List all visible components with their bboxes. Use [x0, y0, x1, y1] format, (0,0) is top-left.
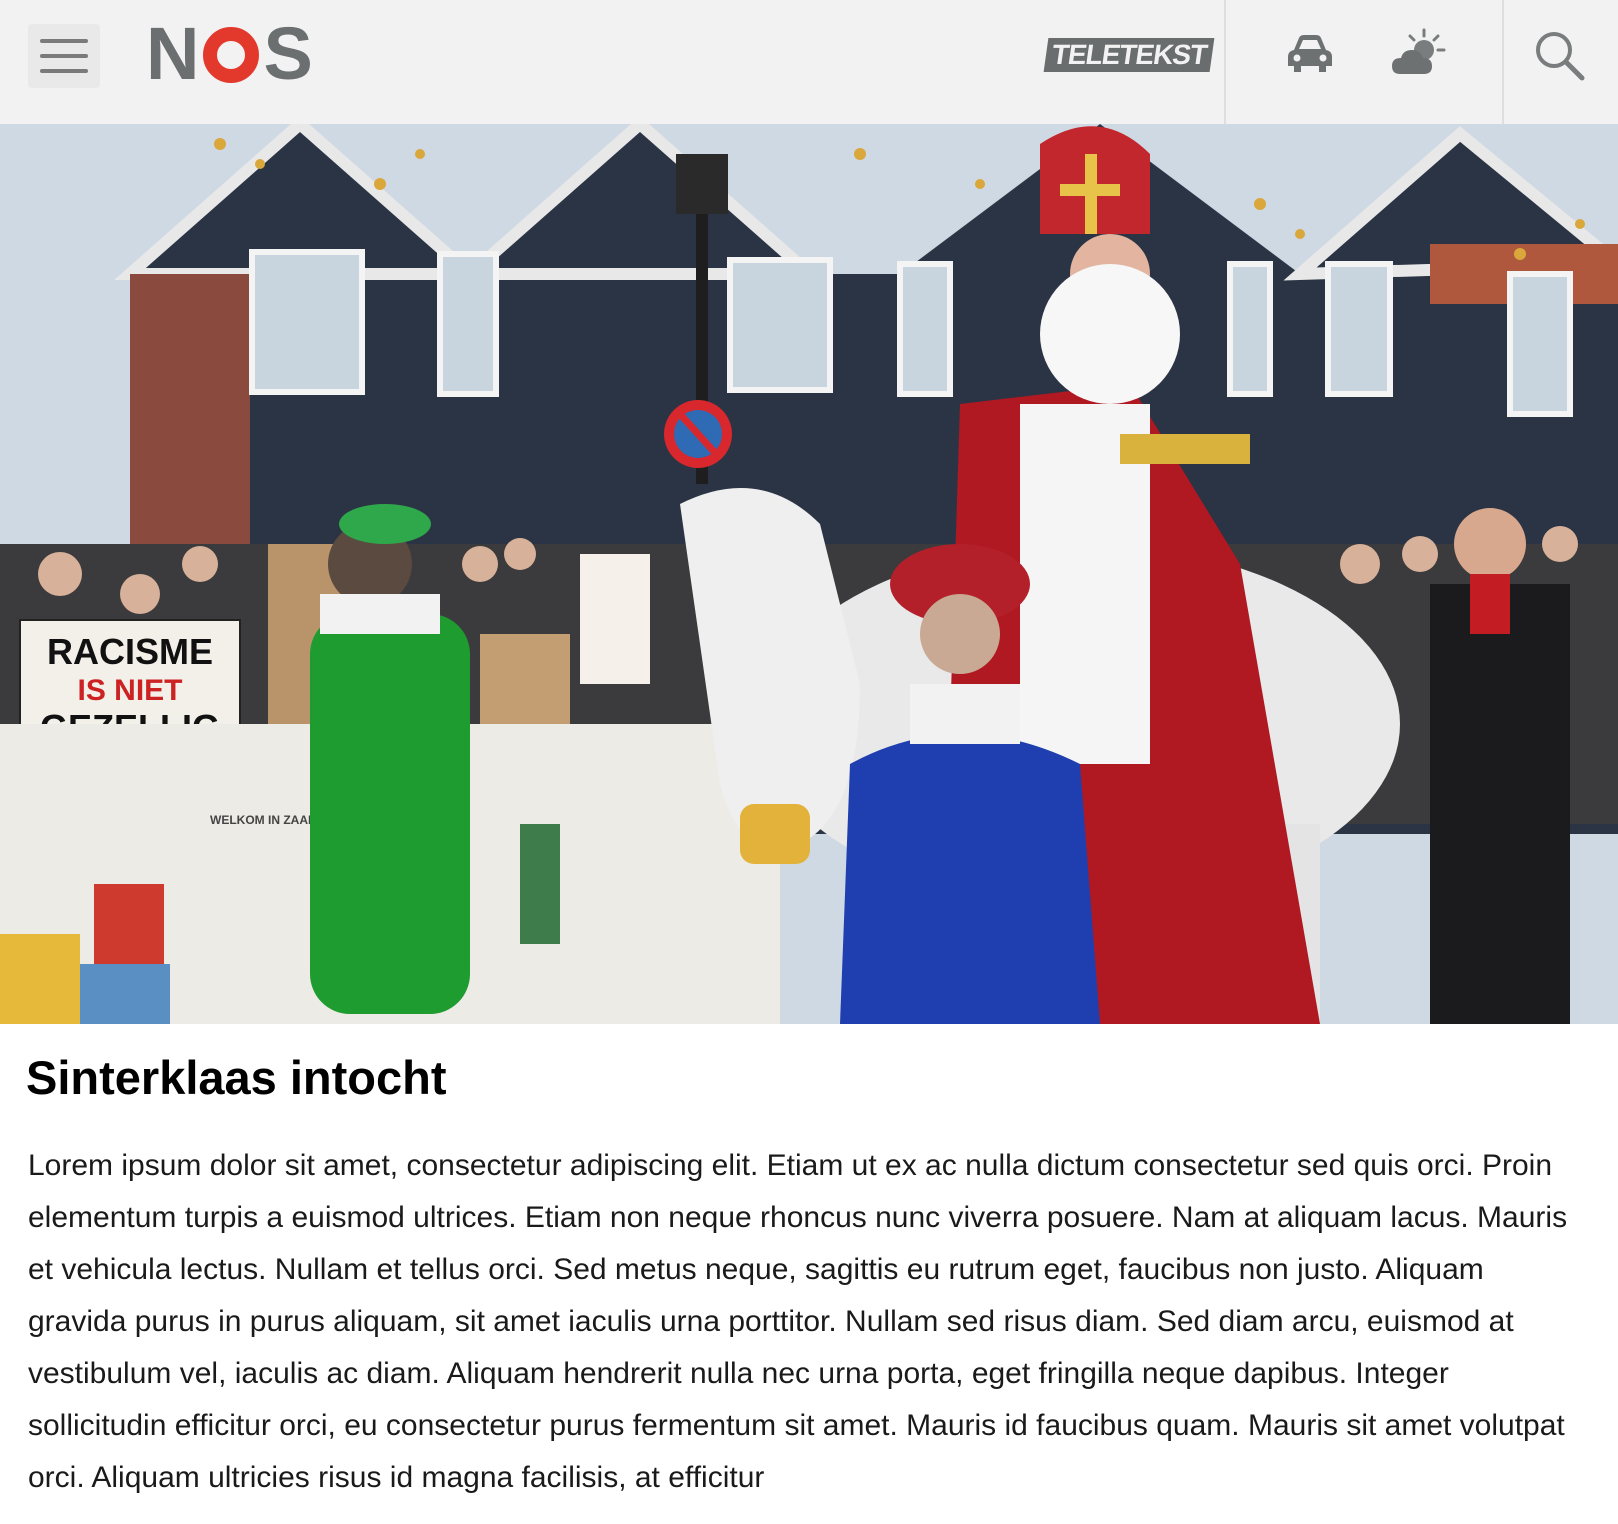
hero-image: RACISME IS NIET GEZELLIG WELKOM IN ZAANS… [0, 124, 1618, 1024]
article-body: Lorem ipsum dolor sit amet, consectetur … [28, 1149, 1568, 1494]
weather-sun-cloud-icon[interactable] [1390, 28, 1450, 80]
nos-logo-o [203, 27, 260, 83]
search-icon[interactable] [1534, 30, 1586, 82]
sign-racisme-line2: IS NIET [77, 674, 182, 707]
nos-logo[interactable]: NS [146, 12, 313, 95]
hamburger-menu-icon[interactable] [28, 24, 100, 88]
site-header: NS TELETEKST [0, 0, 1618, 125]
article-title: Sinterklaas intocht [26, 1051, 447, 1104]
sign-racisme-line1: RACISME [47, 631, 213, 672]
car-icon[interactable] [1286, 32, 1334, 76]
header-divider [1224, 0, 1226, 124]
teletekst-button[interactable]: TELETEKST [1043, 38, 1215, 72]
header-divider [1502, 0, 1504, 124]
